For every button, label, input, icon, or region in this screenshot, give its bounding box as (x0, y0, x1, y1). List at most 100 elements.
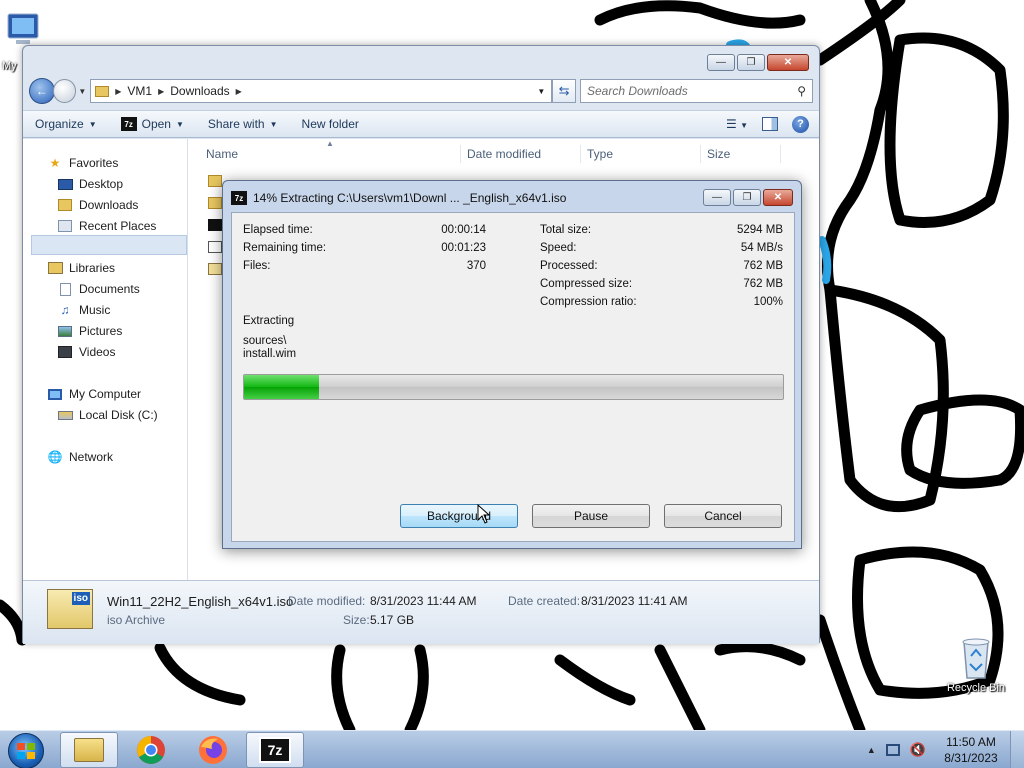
nav-music[interactable]: ♫ Music (57, 300, 111, 320)
help-icon[interactable]: ? (792, 115, 809, 133)
mouse-cursor-icon (477, 504, 491, 524)
maximize-button[interactable]: ❐ (737, 54, 765, 71)
nav-network[interactable]: 🌐 Network (47, 447, 114, 467)
nav-documents-label: Documents (79, 282, 140, 296)
new-folder-button[interactable]: New folder (290, 117, 371, 131)
refresh-button[interactable]: ⇆ (552, 79, 576, 103)
nav-downloads[interactable] (31, 235, 187, 255)
nav-recent-places-label: Recent Places (79, 219, 157, 233)
breadcrumb-vm1[interactable]: VM1 (127, 84, 152, 98)
minimize-button[interactable]: — (707, 54, 735, 71)
refresh-icon: ⇆ (558, 83, 570, 98)
recent-pages-dropdown[interactable]: ▼ (76, 87, 88, 96)
nav-documents[interactable]: Documents (57, 279, 140, 299)
minimize-icon: — (712, 192, 722, 203)
nav-pictures-label: Pictures (79, 324, 123, 338)
details-date-created-label: Date created: (508, 594, 581, 608)
share-with-menu[interactable]: Share with ▼ (196, 117, 290, 131)
preview-pane-icon[interactable] (762, 117, 778, 131)
extraction-progress-bar (243, 374, 784, 400)
iso-archive-large-icon: iso (47, 589, 93, 629)
network-globe-icon: 🌐 (47, 450, 63, 464)
music-note-icon: ♫ (60, 303, 70, 317)
cancel-button[interactable]: Cancel (664, 504, 782, 528)
processed-label: Processed: (540, 260, 598, 272)
elapsed-time-label: Elapsed time: (243, 224, 313, 236)
total-size-value: 5294 MB (736, 224, 783, 236)
videos-icon (57, 345, 73, 359)
organize-menu[interactable]: Organize ▼ (23, 117, 109, 131)
maximize-icon: ❐ (742, 192, 752, 203)
desktop-icon (57, 177, 73, 191)
volume-muted-icon[interactable]: 🔇 (910, 742, 926, 758)
column-header-type[interactable]: Type (587, 147, 613, 161)
details-filename: Win11_22H2_English_x64v1.iso (107, 594, 294, 609)
nav-desktop[interactable]: Desktop (57, 174, 123, 194)
cancel-button-label: Cancel (704, 509, 742, 523)
navigation-pane: ★ Favorites Desktop Downloads Recent Pla… (23, 139, 188, 580)
details-date-created: 8/31/2023 11:41 AM (581, 594, 688, 608)
back-button[interactable]: ← (29, 78, 55, 104)
folder-icon (95, 85, 110, 97)
tray-clock[interactable]: 11:50 AM 8/31/2023 (932, 734, 1010, 766)
view-options-icon[interactable]: ☰ ▼ (726, 117, 748, 131)
close-button[interactable]: ✕ (763, 189, 793, 206)
close-button[interactable]: ✕ (767, 54, 809, 71)
remaining-time-label: Remaining time: (243, 242, 327, 254)
column-divider[interactable] (580, 145, 581, 163)
column-header-name[interactable]: Name (206, 147, 238, 161)
7zip-icon: 7z (120, 117, 137, 131)
pause-button[interactable]: Pause (532, 504, 650, 528)
processed-value: 762 MB (743, 260, 783, 272)
folder-icon (208, 197, 222, 209)
maximize-button[interactable]: ❐ (733, 189, 761, 206)
column-divider[interactable] (460, 145, 461, 163)
network-tray-icon[interactable] (885, 744, 900, 756)
nav-recent-places[interactable]: Recent Places (57, 216, 156, 236)
extract-progress-dialog[interactable]: 7z 14% Extracting C:\Users\vm1\Downl ...… (222, 180, 802, 549)
start-button[interactable] (8, 733, 44, 768)
address-history-dropdown[interactable]: ▼ (537, 87, 551, 96)
taskbar-firefox-button[interactable] (184, 732, 242, 768)
column-divider[interactable] (700, 145, 701, 163)
breadcrumb-downloads[interactable]: Downloads (170, 84, 229, 98)
folder-icon (208, 175, 222, 187)
minimize-button[interactable]: — (703, 189, 731, 206)
address-bar[interactable]: ▶ VM1 ▶ Downloads ▶ ▼ (90, 79, 553, 103)
background-button[interactable]: Background (400, 504, 518, 528)
system-tray: ▲ 🔇 11:50 AM 8/31/2023 (861, 731, 1024, 768)
nav-local-disk[interactable]: Local Disk (C:) (57, 405, 158, 425)
column-header-date-modified[interactable]: Date modified (467, 147, 541, 161)
column-divider[interactable] (780, 145, 781, 163)
clock-date: 8/31/2023 (944, 751, 998, 765)
7zip-icon: 7z (259, 737, 291, 763)
taskbar-explorer-button[interactable] (60, 732, 118, 768)
compression-ratio-label: Compression ratio: (540, 296, 637, 308)
my-computer-desktop-icon[interactable]: My (0, 10, 40, 72)
recycle-bin-desktop-icon[interactable]: Recycle Bin (944, 632, 1008, 694)
column-header-size[interactable]: Size (707, 147, 730, 161)
7zip-file-icon (208, 219, 222, 231)
forward-button[interactable] (52, 79, 77, 103)
search-input[interactable]: Search Downloads ⚲ (579, 79, 813, 103)
nav-downloads-row[interactable]: Downloads (57, 195, 138, 215)
progress-fill (244, 375, 320, 399)
show-hidden-icons-icon[interactable]: ▲ (861, 745, 882, 755)
nav-libraries[interactable]: Libraries (47, 258, 115, 278)
libraries-icon (47, 261, 63, 275)
details-size-label: Size: (343, 613, 370, 627)
nav-videos-label: Videos (79, 345, 116, 359)
firefox-icon (199, 736, 227, 764)
nav-favorites[interactable]: ★ Favorites (47, 153, 119, 173)
taskbar-7zip-button[interactable]: 7z (246, 732, 304, 768)
nav-videos[interactable]: Videos (57, 342, 115, 362)
taskbar-chrome-button[interactable] (122, 732, 180, 768)
operation-status: Extracting (243, 315, 295, 327)
dialog-titlebar[interactable]: 7z 14% Extracting C:\Users\vm1\Downl ...… (231, 189, 566, 207)
open-menu[interactable]: 7z Open ▼ (109, 117, 196, 131)
nav-my-computer[interactable]: My Computer (47, 384, 141, 404)
compressed-size-value: 762 MB (743, 278, 783, 290)
nav-pictures[interactable]: Pictures (57, 321, 122, 341)
show-desktop-button[interactable] (1010, 731, 1024, 768)
nav-favorites-label: Favorites (69, 156, 119, 170)
